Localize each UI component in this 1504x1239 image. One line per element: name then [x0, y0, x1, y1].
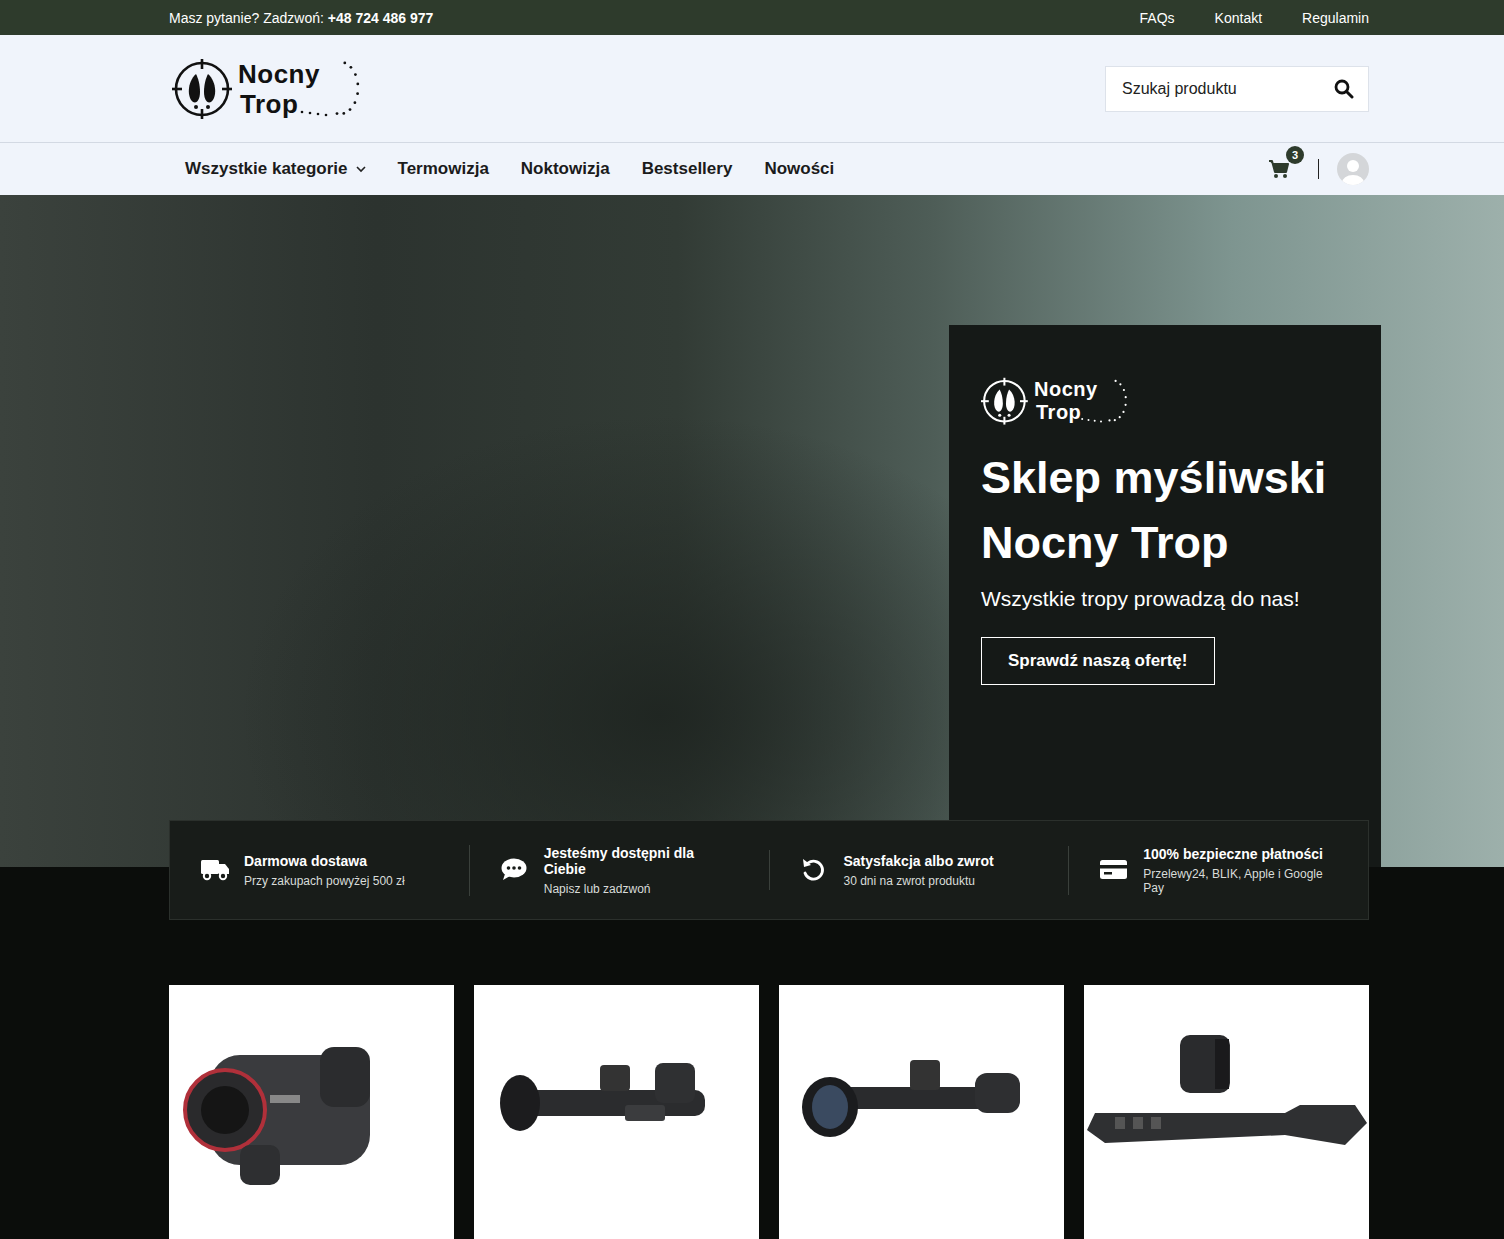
- nav-label: Noktowizja: [521, 159, 610, 179]
- rifle-scope-icon: [475, 1035, 759, 1239]
- logo-text: NocnyTrop: [1034, 378, 1098, 424]
- nav-label: Nowości: [764, 159, 834, 179]
- product-card[interactable]: [779, 985, 1064, 1239]
- feature-subtitle: Przy zakupach powyżej 500 zł: [244, 874, 405, 888]
- truck-icon: [200, 857, 230, 883]
- nav-item[interactable]: Bestsellery: [626, 159, 749, 179]
- logo-text: NocnyTrop: [238, 59, 320, 119]
- nav-label: Termowizja: [398, 159, 489, 179]
- nav-inner: Wszystkie kategorie Termowizja Noktowizja B…: [169, 143, 1369, 195]
- feature-item: 100% bezpieczne płatności Przelewy24, BLI…: [1068, 846, 1368, 895]
- search-box: [1105, 66, 1369, 112]
- chat-icon: [500, 857, 530, 883]
- header-inner: NocnyTrop: [169, 35, 1369, 142]
- logo-line2: Trop: [238, 89, 320, 119]
- header: NocnyTrop: [0, 35, 1504, 142]
- main-menu: Wszystkie kategorie Termowizja Noktowizja B…: [169, 159, 850, 179]
- rifle-scope-icon: [780, 1035, 1064, 1239]
- hero-subtitle: Wszystkie tropy prowadzą do nas!: [981, 587, 1359, 611]
- top-link[interactable]: Regulamin: [1302, 10, 1369, 26]
- logo-line1: Nocny: [1034, 378, 1098, 401]
- hero-box: NocnyTrop Sklep myśliwskiNocny Trop Wszyst…: [949, 325, 1381, 867]
- hero-button-row: Sprawdź naszą ofertę!: [981, 611, 1359, 685]
- search-input[interactable]: [1122, 80, 1326, 98]
- nav-actions: 3: [1268, 153, 1369, 185]
- cart-icon: [1268, 159, 1290, 179]
- logo[interactable]: NocnyTrop: [172, 58, 380, 120]
- cart[interactable]: 3: [1268, 159, 1290, 179]
- nav-item[interactable]: Termowizja: [382, 159, 505, 179]
- feature-subtitle: Napisz lub zadzwoń: [544, 882, 739, 896]
- feature-title: 100% bezpieczne płatności: [1143, 846, 1338, 862]
- feature-text: 100% bezpieczne płatności Przelewy24, BLI…: [1143, 846, 1338, 895]
- logo-hoof-icon: [172, 58, 232, 120]
- logo-dots-icon: [294, 58, 364, 122]
- logo-line1: Nocny: [238, 59, 320, 89]
- nav-item[interactable]: Wszystkie kategorie: [169, 159, 382, 179]
- hero-banner: NocnyTrop Sklep myśliwskiNocny Trop Wszyst…: [0, 195, 1504, 867]
- search-icon: [1334, 79, 1354, 99]
- feature-item: Satysfakcja albo zwrot 30 dni na zwrot pr…: [769, 850, 1069, 890]
- thermal-monocular-icon: [170, 1035, 454, 1239]
- feature-title: Darmowa dostawa: [244, 853, 405, 869]
- question-text: Masz pytanie? Zadzwoń:: [169, 10, 324, 26]
- scope-mount-icon: [1085, 1035, 1369, 1239]
- nav-bar: Wszystkie kategorie Termowizja Noktowizja B…: [0, 142, 1504, 195]
- nav-label: Wszystkie kategorie: [185, 159, 348, 179]
- feature-title: Satysfakcja albo zwrot: [844, 853, 994, 869]
- top-link[interactable]: Kontakt: [1215, 10, 1262, 26]
- feature-title: Jesteśmy dostępni dla Ciebie: [544, 845, 739, 877]
- product-card[interactable]: [1084, 985, 1369, 1239]
- top-links: FAQs Kontakt Regulamin: [1140, 10, 1369, 26]
- cart-badge: 3: [1286, 146, 1304, 164]
- top-link[interactable]: FAQs: [1140, 10, 1175, 26]
- feature-text: Satysfakcja albo zwrot 30 dni na zwrot pr…: [844, 853, 994, 888]
- logo[interactable]: NocnyTrop: [981, 377, 1359, 425]
- nav-item[interactable]: Noktowizja: [505, 159, 626, 179]
- top-bar-inner: Masz pytanie? Zadzwoń:+48 724 486 977 FAQ…: [169, 0, 1369, 35]
- feature-item: Jesteśmy dostępni dla Ciebie Napisz lub z…: [469, 845, 769, 896]
- contact-info: Masz pytanie? Zadzwoń:+48 724 486 977: [169, 10, 433, 26]
- product-card[interactable]: [169, 985, 454, 1239]
- nav-label: Bestsellery: [642, 159, 733, 179]
- chevron-down-icon: [356, 166, 366, 173]
- card-icon: [1099, 857, 1129, 883]
- nav-item[interactable]: Nowości: [748, 159, 850, 179]
- hero-title-line: Nocny Trop: [981, 510, 1359, 575]
- hero-title: Sklep myśliwskiNocny Trop: [981, 445, 1359, 575]
- undo-icon: [800, 857, 830, 883]
- user-avatar[interactable]: [1337, 153, 1369, 185]
- top-bar: Masz pytanie? Zadzwoń:+48 724 486 977 FAQ…: [0, 0, 1504, 35]
- feature-subtitle: Przelewy24, BLIK, Apple i Google Pay: [1143, 867, 1338, 895]
- offer-button[interactable]: Sprawdź naszą ofertę!: [981, 637, 1215, 685]
- user-icon: [1337, 153, 1369, 185]
- feature-text: Darmowa dostawa Przy zakupach powyżej 500…: [244, 853, 405, 888]
- phone-number[interactable]: +48 724 486 977: [328, 10, 434, 26]
- product-grid: [169, 985, 1369, 1239]
- product-card[interactable]: [474, 985, 759, 1239]
- feature-subtitle: 30 dni na zwrot produktu: [844, 874, 994, 888]
- logo-hoof-icon: [981, 377, 1028, 425]
- features-bar: Darmowa dostawa Przy zakupach powyżej 500…: [169, 820, 1369, 920]
- feature-item: Darmowa dostawa Przy zakupach powyżej 500…: [170, 850, 469, 890]
- feature-text: Jesteśmy dostępni dla Ciebie Napisz lub z…: [544, 845, 739, 896]
- logo-dots-icon: [1076, 377, 1131, 427]
- hero-title-line: Sklep myśliwski: [981, 445, 1359, 510]
- divider: [1318, 159, 1319, 179]
